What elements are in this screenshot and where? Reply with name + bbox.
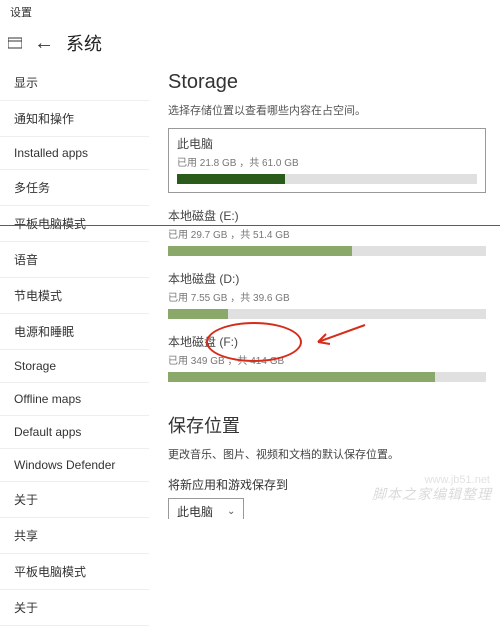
page-title: 系统 bbox=[66, 30, 102, 56]
save-location-heading: 保存位置 bbox=[168, 412, 240, 438]
drive-name: 此电脑 bbox=[177, 135, 477, 152]
drive-e[interactable]: 本地磁盘 (E:) 已用 29.7 GB ，共 51.4 GB bbox=[168, 207, 486, 256]
drive-d[interactable]: 本地磁盘 (D:) 已用 7.55 GB ，共 39.6 GB bbox=[168, 270, 486, 319]
main-panel: Storage 选择存储位置以查看哪些内容在占空间。 此电脑 已用 21.8 G… bbox=[150, 65, 500, 519]
save-label: 将新应用和游戏保存到 bbox=[168, 476, 486, 493]
storage-heading: Storage bbox=[168, 71, 486, 94]
sidebar-item-battery[interactable]: 节电模式 bbox=[0, 278, 149, 314]
sidebar-item-speech[interactable]: 语音 bbox=[0, 242, 149, 278]
sidebar-item-storage[interactable]: Storage bbox=[0, 350, 149, 383]
usage-bar bbox=[168, 246, 486, 256]
sidebar-item-share[interactable]: 共享 bbox=[0, 518, 149, 554]
usage-bar bbox=[177, 174, 477, 184]
storage-subtitle: 选择存储位置以查看哪些内容在占空间。 bbox=[168, 102, 486, 118]
save-location-subtitle: 更改音乐、图片、视频和文档的默认保存位置。 bbox=[168, 446, 486, 462]
sidebar-item-defender[interactable]: Windows Defender bbox=[0, 449, 149, 482]
sidebar-item-tablet[interactable]: 平板电脑模式 bbox=[0, 206, 149, 242]
sidebar: 显示 通知和操作 Installed apps 多任务 平板电脑模式 语音 节电… bbox=[0, 65, 150, 519]
drive-detail: 已用 7.55 GB ，共 39.6 GB bbox=[168, 289, 486, 304]
sidebar-item-tablet-2[interactable]: 平板电脑模式 bbox=[0, 554, 149, 590]
sidebar-item-about[interactable]: 关于 bbox=[0, 482, 149, 518]
save-group-apps: 将新应用和游戏保存到 此电脑 ⌄ bbox=[168, 476, 486, 519]
sidebar-item-default-apps[interactable]: Default apps bbox=[0, 416, 149, 449]
sidebar-item-offline-maps[interactable]: Offline maps bbox=[0, 383, 149, 416]
window-icon bbox=[8, 36, 22, 50]
drive-this-pc[interactable]: 此电脑 已用 21.8 GB ，共 61.0 GB bbox=[168, 128, 486, 193]
usage-bar bbox=[168, 309, 486, 319]
drive-detail: 已用 21.8 GB ，共 61.0 GB bbox=[177, 154, 477, 169]
select-value: 此电脑 bbox=[177, 503, 213, 519]
drive-name: 本地磁盘 (E:) bbox=[168, 207, 486, 224]
chevron-down-icon: ⌄ bbox=[227, 506, 235, 517]
sidebar-item-multitask[interactable]: 多任务 bbox=[0, 170, 149, 206]
drive-name: 本地磁盘 (D:) bbox=[168, 270, 486, 287]
drive-detail: 已用 349 GB ，共 414 GB bbox=[168, 352, 486, 367]
save-select-apps[interactable]: 此电脑 ⌄ bbox=[168, 498, 244, 519]
drive-f[interactable]: 本地磁盘 (F:) 已用 349 GB ，共 414 GB bbox=[168, 333, 486, 382]
sidebar-item-power[interactable]: 电源和睡眠 bbox=[0, 314, 149, 350]
back-button[interactable]: ← bbox=[34, 33, 54, 53]
window-titlebar: 设置 bbox=[0, 0, 500, 28]
drive-name: 本地磁盘 (F:) bbox=[168, 333, 486, 350]
sidebar-item-installed-apps[interactable]: Installed apps bbox=[0, 137, 149, 170]
drive-detail: 已用 29.7 GB ，共 51.4 GB bbox=[168, 226, 486, 241]
sidebar-item-notifications[interactable]: 通知和操作 bbox=[0, 101, 149, 137]
header: ← 系统 bbox=[0, 28, 500, 65]
sidebar-item-display[interactable]: 显示 bbox=[0, 65, 149, 101]
usage-bar bbox=[168, 372, 486, 382]
sidebar-item-about-2[interactable]: 关于 bbox=[0, 590, 149, 626]
